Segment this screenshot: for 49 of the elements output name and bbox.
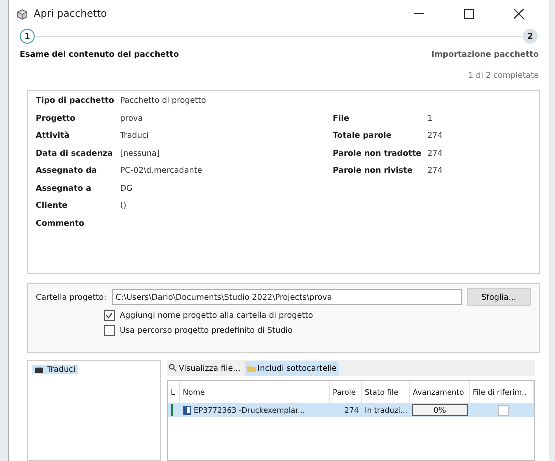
browse-button[interactable]: Sfoglia...	[467, 288, 531, 306]
folder-label: Cartella progetto:	[36, 292, 107, 302]
package-icon	[17, 8, 28, 20]
field-value: PC-02\d.mercadante	[120, 166, 204, 177]
field-value: 274	[428, 166, 444, 177]
option-label[interactable]: Aggiungi nome progetto alla cartella di progetto	[120, 311, 314, 320]
field-value: 274	[428, 131, 444, 142]
step-number: 2	[523, 28, 538, 44]
progress-text: 1 di 2 completate	[468, 71, 539, 80]
toolbar-button[interactable]: Includi sottocartelle	[244, 360, 339, 376]
field-label: Tipo di pacchetto	[36, 96, 114, 107]
field-label: Attività	[36, 131, 71, 142]
reference-checkbox[interactable]	[498, 404, 509, 416]
maximize-icon	[464, 9, 474, 19]
step-number: 1	[20, 28, 35, 44]
field-label: Totale parole	[333, 131, 393, 142]
field-label: Parole non tradotte	[333, 148, 422, 160]
field-value: 274	[428, 148, 444, 160]
field-label: File	[333, 114, 350, 124]
step-label: Esame del contenuto del pacchetto	[20, 50, 180, 59]
checkbox[interactable]	[104, 310, 115, 321]
field-label: Progetto	[36, 114, 77, 125]
window-title: Apri pacchetto	[34, 8, 108, 20]
toolbar-button[interactable]: Visualizza file...	[167, 360, 243, 376]
folder-path-field[interactable]: C:\Users\Dario\Documents\Studio 2022\Projects\prova	[112, 289, 462, 305]
field-label: Commento	[36, 218, 86, 230]
field-label: Parole non riviste	[333, 166, 414, 177]
field-value: ()	[120, 201, 128, 212]
folder-icon	[246, 364, 256, 372]
field-value: prova	[120, 114, 144, 125]
checkbox[interactable]	[104, 325, 115, 336]
task-icon	[34, 366, 44, 374]
document-icon	[183, 406, 191, 414]
field-label: Assegnato da	[36, 166, 98, 177]
field-label: Data di scadenza	[36, 148, 114, 160]
status-marker-icon	[171, 404, 173, 416]
option-label[interactable]: Usa percorso progetto predefinito di Studio	[120, 326, 293, 335]
task-item[interactable]: Traduci	[32, 365, 78, 374]
search-icon	[169, 364, 177, 372]
field-value: Traduci	[120, 131, 150, 142]
field-label: Assegnato a	[36, 184, 92, 195]
field-value: Pacchetto di progetto	[120, 96, 208, 107]
step-label: Importazione pacchetto	[432, 50, 539, 59]
close-icon	[514, 9, 524, 19]
field-value: [nessuna]	[120, 148, 161, 160]
progress-bar: 0%	[412, 404, 468, 416]
field-label: Cliente	[36, 201, 69, 212]
field-value: DG	[120, 184, 134, 194]
field-value: 1	[428, 114, 434, 124]
